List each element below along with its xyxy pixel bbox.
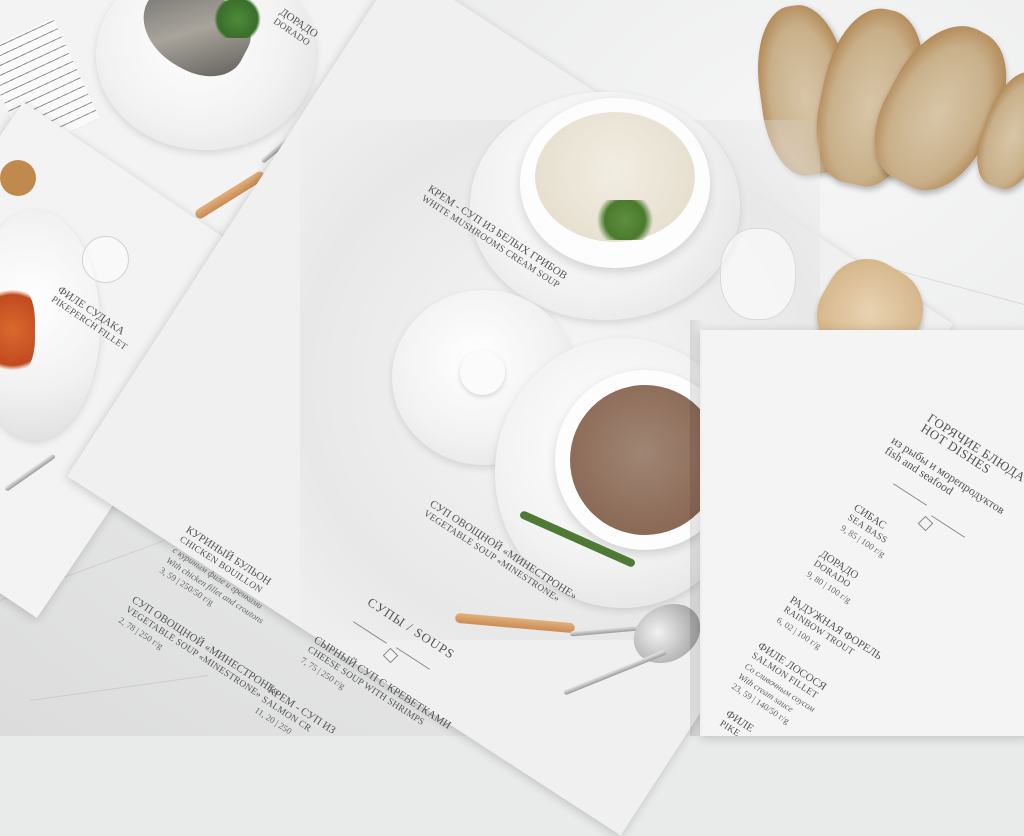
herb-garnish — [590, 200, 660, 240]
wine-glass — [82, 236, 129, 283]
decor-diamond — [917, 515, 934, 532]
decor-rule — [930, 515, 966, 538]
sauce-dish — [0, 285, 35, 375]
decor-rule — [892, 483, 928, 506]
lid-knob — [460, 350, 505, 395]
herb-garnish — [210, 0, 265, 38]
water-glass — [720, 228, 796, 320]
book-gutter-shadow — [690, 320, 704, 736]
menu-item-sea-bass: СИБАС SEA BASS 9, 85 | 100 г/g — [838, 502, 900, 560]
menu-item-dorado: ДОРАДО DORADO 9, 80 | 100 г/g — [804, 548, 866, 606]
right-page-content: ГОРЯЧИЕ БЛЮДА HOT DISHES из рыбы и мореп… — [700, 330, 1024, 736]
wooden-object — [0, 160, 36, 196]
menu-item-pike-fillet: ФИЛЕ PIKE — [717, 708, 755, 736]
